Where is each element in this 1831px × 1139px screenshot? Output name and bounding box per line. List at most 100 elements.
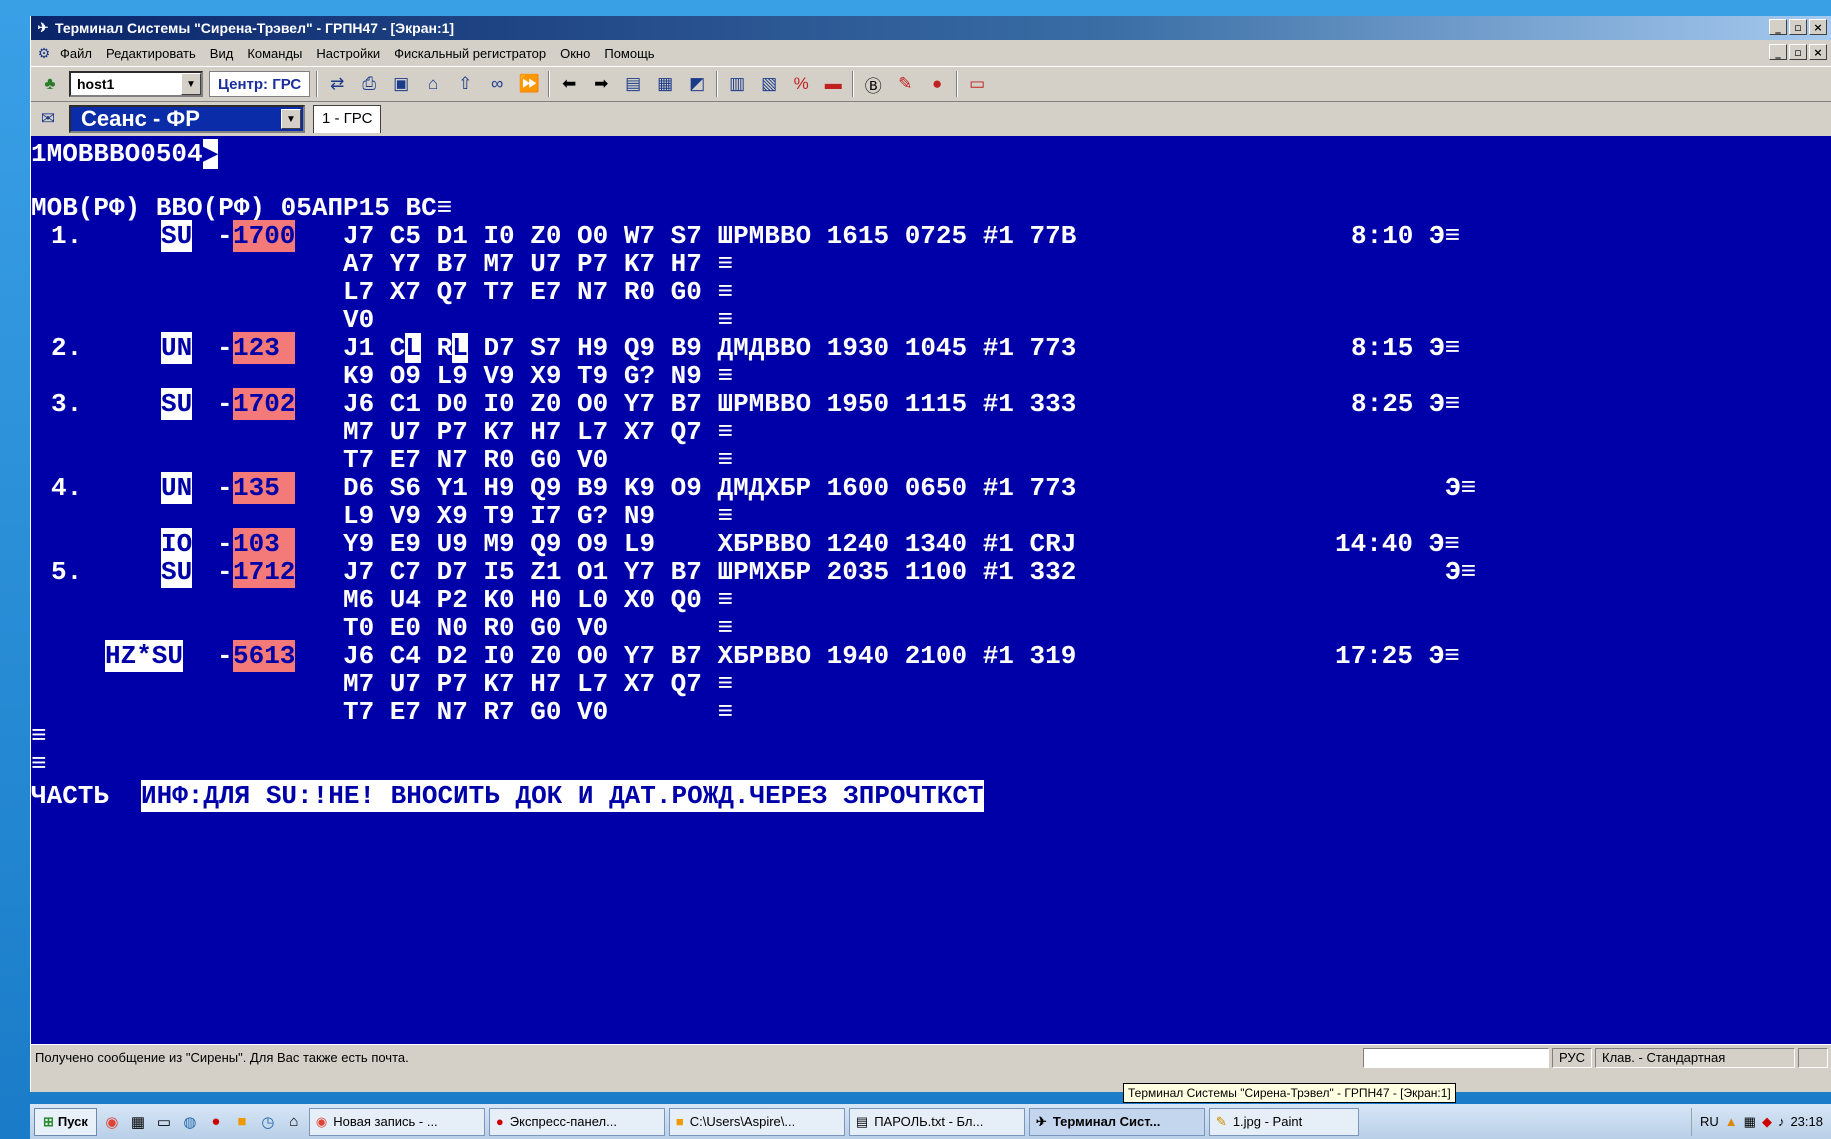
status-field	[1362, 1047, 1549, 1068]
volume-icon[interactable]: ♪	[1778, 1114, 1785, 1129]
eraser-icon[interactable]: ✎	[892, 71, 918, 97]
start-button[interactable]: ⊞ Пуск	[34, 1107, 97, 1136]
record-icon[interactable]: ●	[924, 71, 950, 97]
task-terminal[interactable]: ✈ Терминал Сист...	[1028, 1107, 1205, 1136]
flight-number[interactable]: 135	[233, 472, 295, 504]
maximize-button[interactable]: ▫	[1789, 19, 1807, 35]
task-paint[interactable]: ✎ 1.jpg - Paint	[1208, 1107, 1359, 1136]
tree-icon[interactable]: ♣	[37, 71, 63, 97]
print-icon[interactable]: ⎙	[356, 71, 382, 97]
map-icon[interactable]: ◩	[684, 71, 710, 97]
flight-time: Э≡	[1445, 557, 1477, 587]
system-tray: RU ▲ ▦ ◆ ♪ 23:18	[1691, 1107, 1831, 1136]
task-notepad[interactable]: ▤ ПАРОЛЬ.txt - Бл...	[848, 1107, 1025, 1136]
arrow-left-icon[interactable]: ⬅	[556, 71, 582, 97]
menu-view[interactable]: Вид	[203, 46, 241, 61]
flight-time: 8:25 Э≡	[1351, 389, 1461, 419]
upload-icon[interactable]: ⇧	[452, 71, 478, 97]
flight-number[interactable]: 5613	[233, 640, 296, 672]
save-icon[interactable]: ▣	[388, 71, 414, 97]
notes-icon[interactable]: ✉	[35, 106, 61, 132]
chevron-down-icon[interactable]: ▼	[181, 73, 201, 95]
close-button[interactable]: ×	[1809, 19, 1827, 35]
flight-number[interactable]: 1712	[233, 556, 296, 588]
terminal-screen[interactable]: 1МОВВВО0504▶ МОВ(РФ) ВВО(РФ) 05АПР15 ВС≡…	[31, 136, 1831, 1044]
menu-file[interactable]: Файл	[53, 46, 99, 61]
menu-commands[interactable]: Команды	[240, 46, 309, 61]
task-new-entry[interactable]: ◉ Новая запись - ...	[308, 1107, 485, 1136]
task-express-panel[interactable]: ● Экспресс-панел...	[488, 1107, 665, 1136]
terminal-window: ✈ Терминал Системы "Сирена-Трэвел" - ГРП…	[30, 16, 1831, 1092]
grid-icon[interactable]: ▦	[652, 71, 678, 97]
ticket-icon[interactable]: ▬	[820, 71, 846, 97]
airline-code[interactable]: HZ*SU	[105, 640, 184, 672]
session-name: Сеанс - ФР	[81, 106, 200, 131]
session-bar: ✉ Сеанс - ФР ▼ 1 - ГРС	[31, 102, 1831, 136]
media-icon[interactable]: ◷	[257, 1111, 279, 1133]
menu-bar: ⚙ Файл Редактировать Вид Команды Настрой…	[31, 40, 1831, 66]
child-minimize-button[interactable]: _	[1769, 44, 1787, 60]
network-icon[interactable]: ⌂	[283, 1111, 305, 1133]
fast-forward-icon[interactable]: ⏩	[516, 71, 542, 97]
opera-icon: ●	[495, 1114, 504, 1129]
connect-icon[interactable]: ⇄	[324, 71, 350, 97]
menu-edit[interactable]: Редактировать	[99, 46, 203, 61]
link-icon[interactable]: ∞	[484, 71, 510, 97]
antivirus-icon[interactable]: ◆	[1762, 1114, 1772, 1130]
airline-code[interactable]: SU	[161, 220, 193, 252]
menu-fiscal[interactable]: Фискальный регистратор	[387, 46, 553, 61]
row-number: 2.	[51, 333, 83, 363]
send-icon[interactable]: ⌂	[420, 71, 446, 97]
table-icon[interactable]: ▤	[620, 71, 646, 97]
chevron-down-icon[interactable]: ▼	[281, 109, 301, 129]
opera-icon[interactable]: ●	[205, 1111, 227, 1133]
flight-time: 17:25 Э≡	[1335, 641, 1460, 671]
folder-icon[interactable]: ■	[231, 1111, 253, 1133]
taskbar-tooltip: Терминал Системы "Сирена-Трэвел" - ГРПН4…	[1123, 1083, 1456, 1103]
b-icon[interactable]: Ⓑ	[860, 71, 886, 97]
chrome-icon[interactable]: ◉	[101, 1111, 123, 1133]
row-number: 1.	[51, 221, 83, 251]
menu-help[interactable]: Помощь	[597, 46, 661, 61]
arrow-right-icon[interactable]: ➡	[588, 71, 614, 97]
part-label: ЧАСТЬ	[31, 781, 110, 811]
form-icon[interactable]: ▧	[756, 71, 782, 97]
airline-code[interactable]: UN	[161, 332, 193, 364]
tab-grs[interactable]: 1 - ГРС	[313, 105, 382, 133]
network-icon[interactable]: ▦	[1744, 1114, 1756, 1130]
host-select[interactable]: host1 ▼	[69, 71, 203, 97]
status-lang: РУС	[1551, 1047, 1592, 1068]
text-icon[interactable]: ▭	[964, 71, 990, 97]
monitor-icon[interactable]: ▭	[153, 1111, 175, 1133]
task-explorer[interactable]: ■ C:\Users\Aspire\...	[668, 1107, 845, 1136]
session-select[interactable]: Сеанс - ФР ▼	[69, 105, 305, 133]
child-maximize-button[interactable]: ▫	[1789, 44, 1807, 60]
minimize-button[interactable]: _	[1769, 19, 1787, 35]
toolbar: ♣ host1 ▼ Центр: ГРС ⇄ ⎙ ▣ ⌂ ⇧ ∞ ⏩ ⬅ ➡ ▤ …	[31, 66, 1831, 102]
currency-icon[interactable]: %	[788, 71, 814, 97]
center-button[interactable]: Центр: ГРС	[209, 71, 311, 97]
flight-number[interactable]: 123	[233, 332, 295, 364]
chrome-icon: ◉	[315, 1113, 328, 1129]
row-number: 4.	[51, 473, 83, 503]
calendar-icon[interactable]: ▦	[127, 1111, 149, 1133]
airline-code[interactable]: SU	[161, 388, 193, 420]
divider	[548, 71, 551, 97]
globe-icon[interactable]: ◍	[179, 1111, 201, 1133]
flight-time: 14:40 Э≡	[1335, 529, 1460, 559]
language-indicator[interactable]: RU	[1700, 1114, 1719, 1129]
update-icon[interactable]: ▲	[1725, 1114, 1738, 1129]
title-bar[interactable]: ✈ Терминал Системы "Сирена-Трэвел" - ГРП…	[31, 16, 1831, 40]
mdi-icon[interactable]: ⚙	[35, 44, 53, 62]
airline-code[interactable]: UN	[161, 472, 193, 504]
flight-time: 8:15 Э≡	[1351, 333, 1461, 363]
child-close-button[interactable]: ×	[1809, 44, 1827, 60]
airline-code[interactable]: SU	[161, 556, 193, 588]
calendar-icon[interactable]: ▥	[724, 71, 750, 97]
flight-number[interactable]: 1702	[233, 388, 296, 420]
divider	[716, 71, 719, 97]
divider	[316, 71, 319, 97]
menu-settings[interactable]: Настройки	[309, 46, 387, 61]
flight-number[interactable]: 1700	[233, 220, 296, 252]
menu-window[interactable]: Окно	[553, 46, 597, 61]
